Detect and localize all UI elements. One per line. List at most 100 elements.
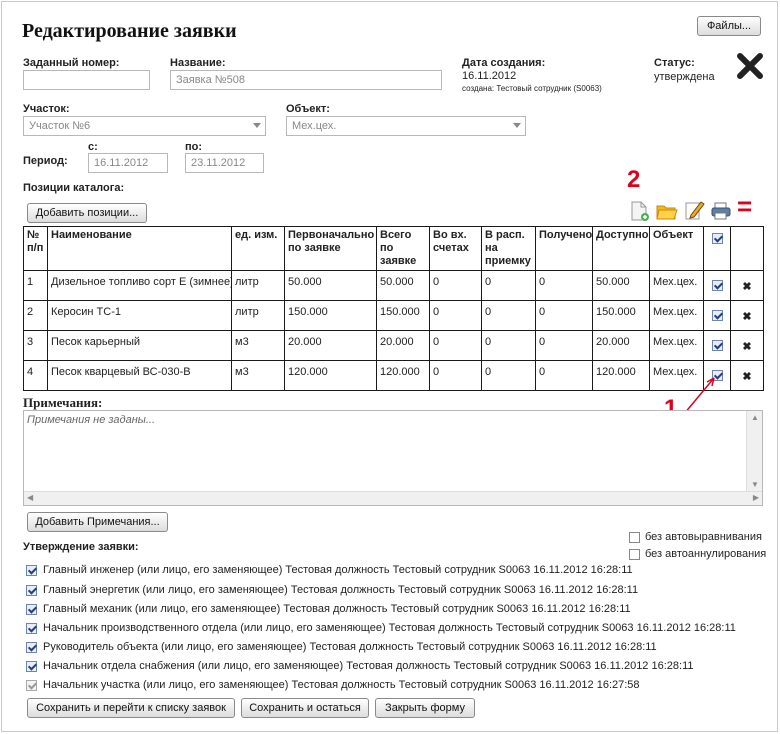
checkbox-icon [629,548,640,560]
delete-row-icon[interactable]: ✖ [730,330,764,361]
page-title: Редактирование заявки [22,20,237,42]
to-label: по: [185,141,203,153]
table-row: 2 Керосин ТС-1 литр 150.000 150.000 0 0 … [23,300,764,331]
cell-initial: 50.000 [284,270,377,301]
name-label: Название: [170,57,226,69]
add-positions-button[interactable]: Добавить позиции... [27,203,147,223]
table-row: 1 Дизельное топливо сорт Е (зимнее) литр… [23,270,764,301]
object-select-value: Мех.цех. [292,120,337,132]
edit-pencil-icon[interactable] [683,199,705,221]
created-label: Дата создания: [462,57,546,69]
cell-available: 20.000 [592,330,650,361]
checkbox-icon [26,679,37,691]
cell-number: 4 [23,360,48,391]
cell-initial: 120.000 [284,360,377,391]
select-all-checkbox[interactable] [703,226,731,271]
files-button[interactable]: Файлы... [697,16,761,36]
cell-unit: литр [231,270,285,301]
object-select[interactable]: Мех.цех. [286,116,526,136]
row-checkbox[interactable] [703,330,731,361]
approval-item[interactable]: Главный инженер (или лицо, его заменяюще… [26,564,633,576]
status-value: утверждена [654,71,715,83]
approval-item[interactable]: Начальник отдела снабжения (или лицо, ег… [26,660,693,672]
col-header-number: № п/п [23,226,48,271]
scroll-left-icon[interactable]: ◀ [27,493,33,502]
scroll-right-icon[interactable]: ▶ [753,493,759,502]
delete-row-icon[interactable]: ✖ [730,360,764,391]
checkbox-icon [711,309,723,321]
no-autocancel-checkbox[interactable]: без автоаннулирования [629,548,766,560]
folder-icon[interactable] [656,202,678,222]
section-select-value: Участок №6 [29,120,91,132]
section-label: Участок: [23,103,70,115]
approval-label: Утверждение заявки: [23,541,139,553]
new-document-icon[interactable] [629,200,651,222]
cell-name: Керосин ТС-1 [47,300,232,331]
status-label: Статус: [654,57,695,69]
scroll-down-icon[interactable]: ▼ [751,480,759,489]
delete-row-icon[interactable]: ✖ [730,270,764,301]
notes-horizontal-scrollbar[interactable]: ◀ ▶ [24,491,762,505]
checkbox-icon [26,622,37,634]
approval-text: Главный инженер (или лицо, его заменяюще… [43,564,633,576]
cell-total: 120.000 [376,360,430,391]
cell-invoices: 0 [429,330,482,361]
period-from-input[interactable]: 16.11.2012 [88,153,168,173]
number-input[interactable] [23,70,150,90]
add-notes-button[interactable]: Добавить Примечания... [27,512,168,532]
approval-item[interactable]: Главный энергетик (или лицо, его заменяю… [26,584,638,596]
cell-object: Мех.цех. [649,270,704,301]
checkbox-icon [629,531,640,543]
row-checkbox[interactable] [703,300,731,331]
approval-text: Руководитель объекта (или лицо, его заме… [43,641,657,653]
save-and-stay-button[interactable]: Сохранить и остаться [241,698,369,718]
chevron-down-icon [253,123,261,128]
cell-total: 20.000 [376,330,430,361]
cell-invoices: 0 [429,300,482,331]
cell-unit: м3 [231,360,285,391]
col-header-invoices: Во вх. счетах [429,226,482,271]
col-header-name: Наименование [47,226,232,271]
notes-placeholder: Примечания не заданы... [27,414,156,426]
approval-text: Начальник производственного отдела (или … [43,622,736,634]
col-header-object: Объект [649,226,704,271]
cell-total: 150.000 [376,300,430,331]
checkbox-icon [26,603,37,615]
checkbox-icon [26,584,37,596]
delete-row-icon[interactable]: ✖ [730,300,764,331]
no-autoalign-checkbox[interactable]: без автовыравнивания [629,531,762,543]
cell-available: 150.000 [592,300,650,331]
approval-item[interactable]: Руководитель объекта (или лицо, его заме… [26,641,657,653]
checkbox-icon [26,641,37,653]
from-label: с: [88,141,98,153]
name-input[interactable]: Заявка №508 [170,70,442,90]
scroll-up-icon[interactable]: ▲ [751,413,759,422]
number-label: Заданный номер: [23,57,120,69]
cell-received: 0 [535,270,593,301]
period-to-input[interactable]: 23.11.2012 [185,153,264,173]
close-form-button[interactable]: Закрыть форму [375,698,475,718]
row-checkbox[interactable] [703,270,731,301]
cell-unit: литр [231,300,285,331]
close-icon[interactable] [736,52,764,80]
cell-number: 1 [23,270,48,301]
col-header-received: Получено [535,226,593,271]
col-header-initial: Первоначально по заявке [284,226,377,271]
cell-invoices: 0 [429,360,482,391]
col-header-available: Доступно [592,226,650,271]
annotation-marker-2: 2 [627,166,641,193]
cell-name: Песок карьерный [47,330,232,361]
no-autocancel-label: без автоаннулирования [645,548,767,560]
notes-vertical-scrollbar[interactable]: ▲ ▼ [746,411,762,491]
cell-initial: 150.000 [284,300,377,331]
annotation-marker-eq: = [737,191,753,221]
save-and-go-button[interactable]: Сохранить и перейти к списку заявок [27,698,235,718]
print-icon[interactable] [710,201,732,221]
section-select[interactable]: Участок №6 [23,116,266,136]
cell-receipt: 0 [481,330,536,361]
approval-item[interactable]: Начальник производственного отдела (или … [26,622,736,634]
col-header-total: Всего по заявке [376,226,430,271]
notes-textarea[interactable]: Примечания не заданы... ▲ ▼ ◀ ▶ [23,410,763,506]
approval-item[interactable]: Главный механик (или лицо, его заменяюще… [26,603,631,615]
cell-number: 2 [23,300,48,331]
